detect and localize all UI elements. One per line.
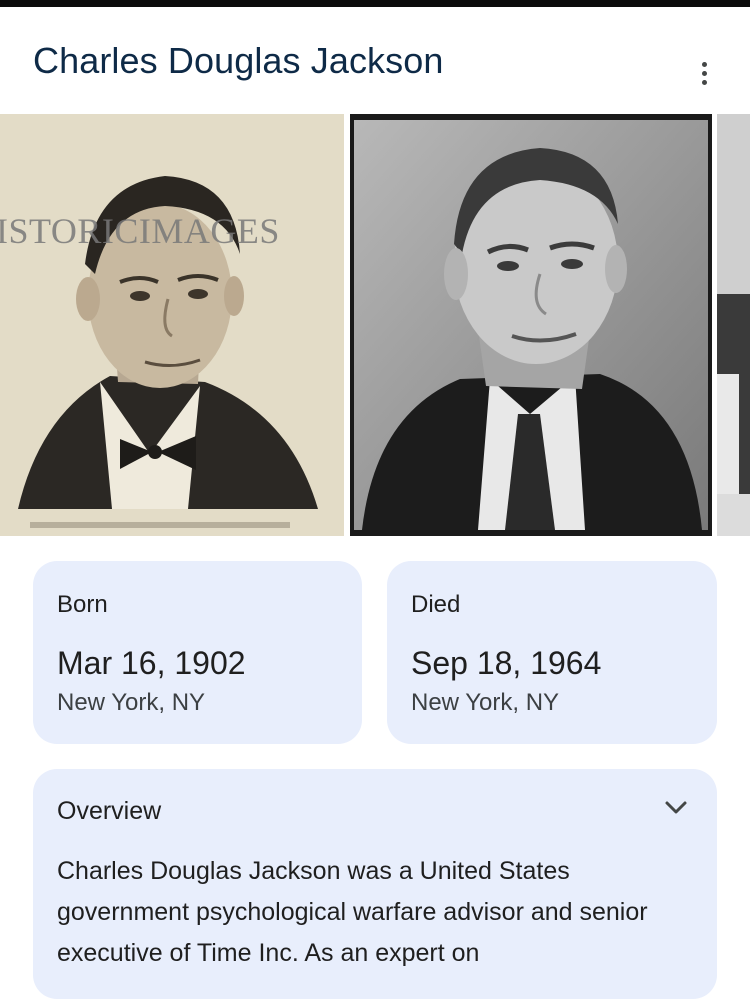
portrait-photo-1[interactable]: ISTORICIMAGES — [0, 114, 344, 536]
died-place: New York, NY — [411, 689, 560, 716]
died-date: Sep 18, 1964 — [411, 645, 602, 681]
overview-text: Charles Douglas Jackson was a United Sta… — [57, 857, 648, 967]
overview-toggle[interactable]: Overview — [33, 769, 717, 849]
partial-photo-image — [717, 114, 750, 536]
born-card[interactable]: Born Mar 16, 1902 New York, NY — [33, 561, 362, 744]
overview-card: Overview Charles Douglas Jackson was a U… — [33, 769, 717, 999]
watermark-text: ISTORICIMAGES — [0, 211, 280, 251]
overview-title: Overview — [57, 797, 162, 825]
more-dot — [701, 70, 707, 76]
more-options-icon[interactable] — [690, 56, 718, 90]
portrait-photo-2[interactable] — [350, 114, 712, 536]
died-label: Died — [411, 591, 461, 618]
more-dot — [701, 79, 707, 85]
page-title: Charles Douglas Jackson — [33, 40, 444, 81]
more-dot — [701, 61, 707, 67]
top-status-bar — [0, 0, 750, 7]
born-place: New York, NY — [57, 689, 206, 716]
image-carousel[interactable]: ISTORICIMAGES — [0, 114, 750, 536]
born-label: Born — [57, 591, 108, 618]
portrait-photo-3[interactable] — [717, 114, 750, 536]
born-date: Mar 16, 1902 — [57, 645, 246, 681]
bw-portrait-image — [350, 114, 712, 536]
sepia-portrait-image — [0, 114, 344, 536]
died-card[interactable]: Died Sep 18, 1964 New York, NY — [387, 561, 717, 744]
chevron-down-icon[interactable] — [663, 799, 689, 817]
